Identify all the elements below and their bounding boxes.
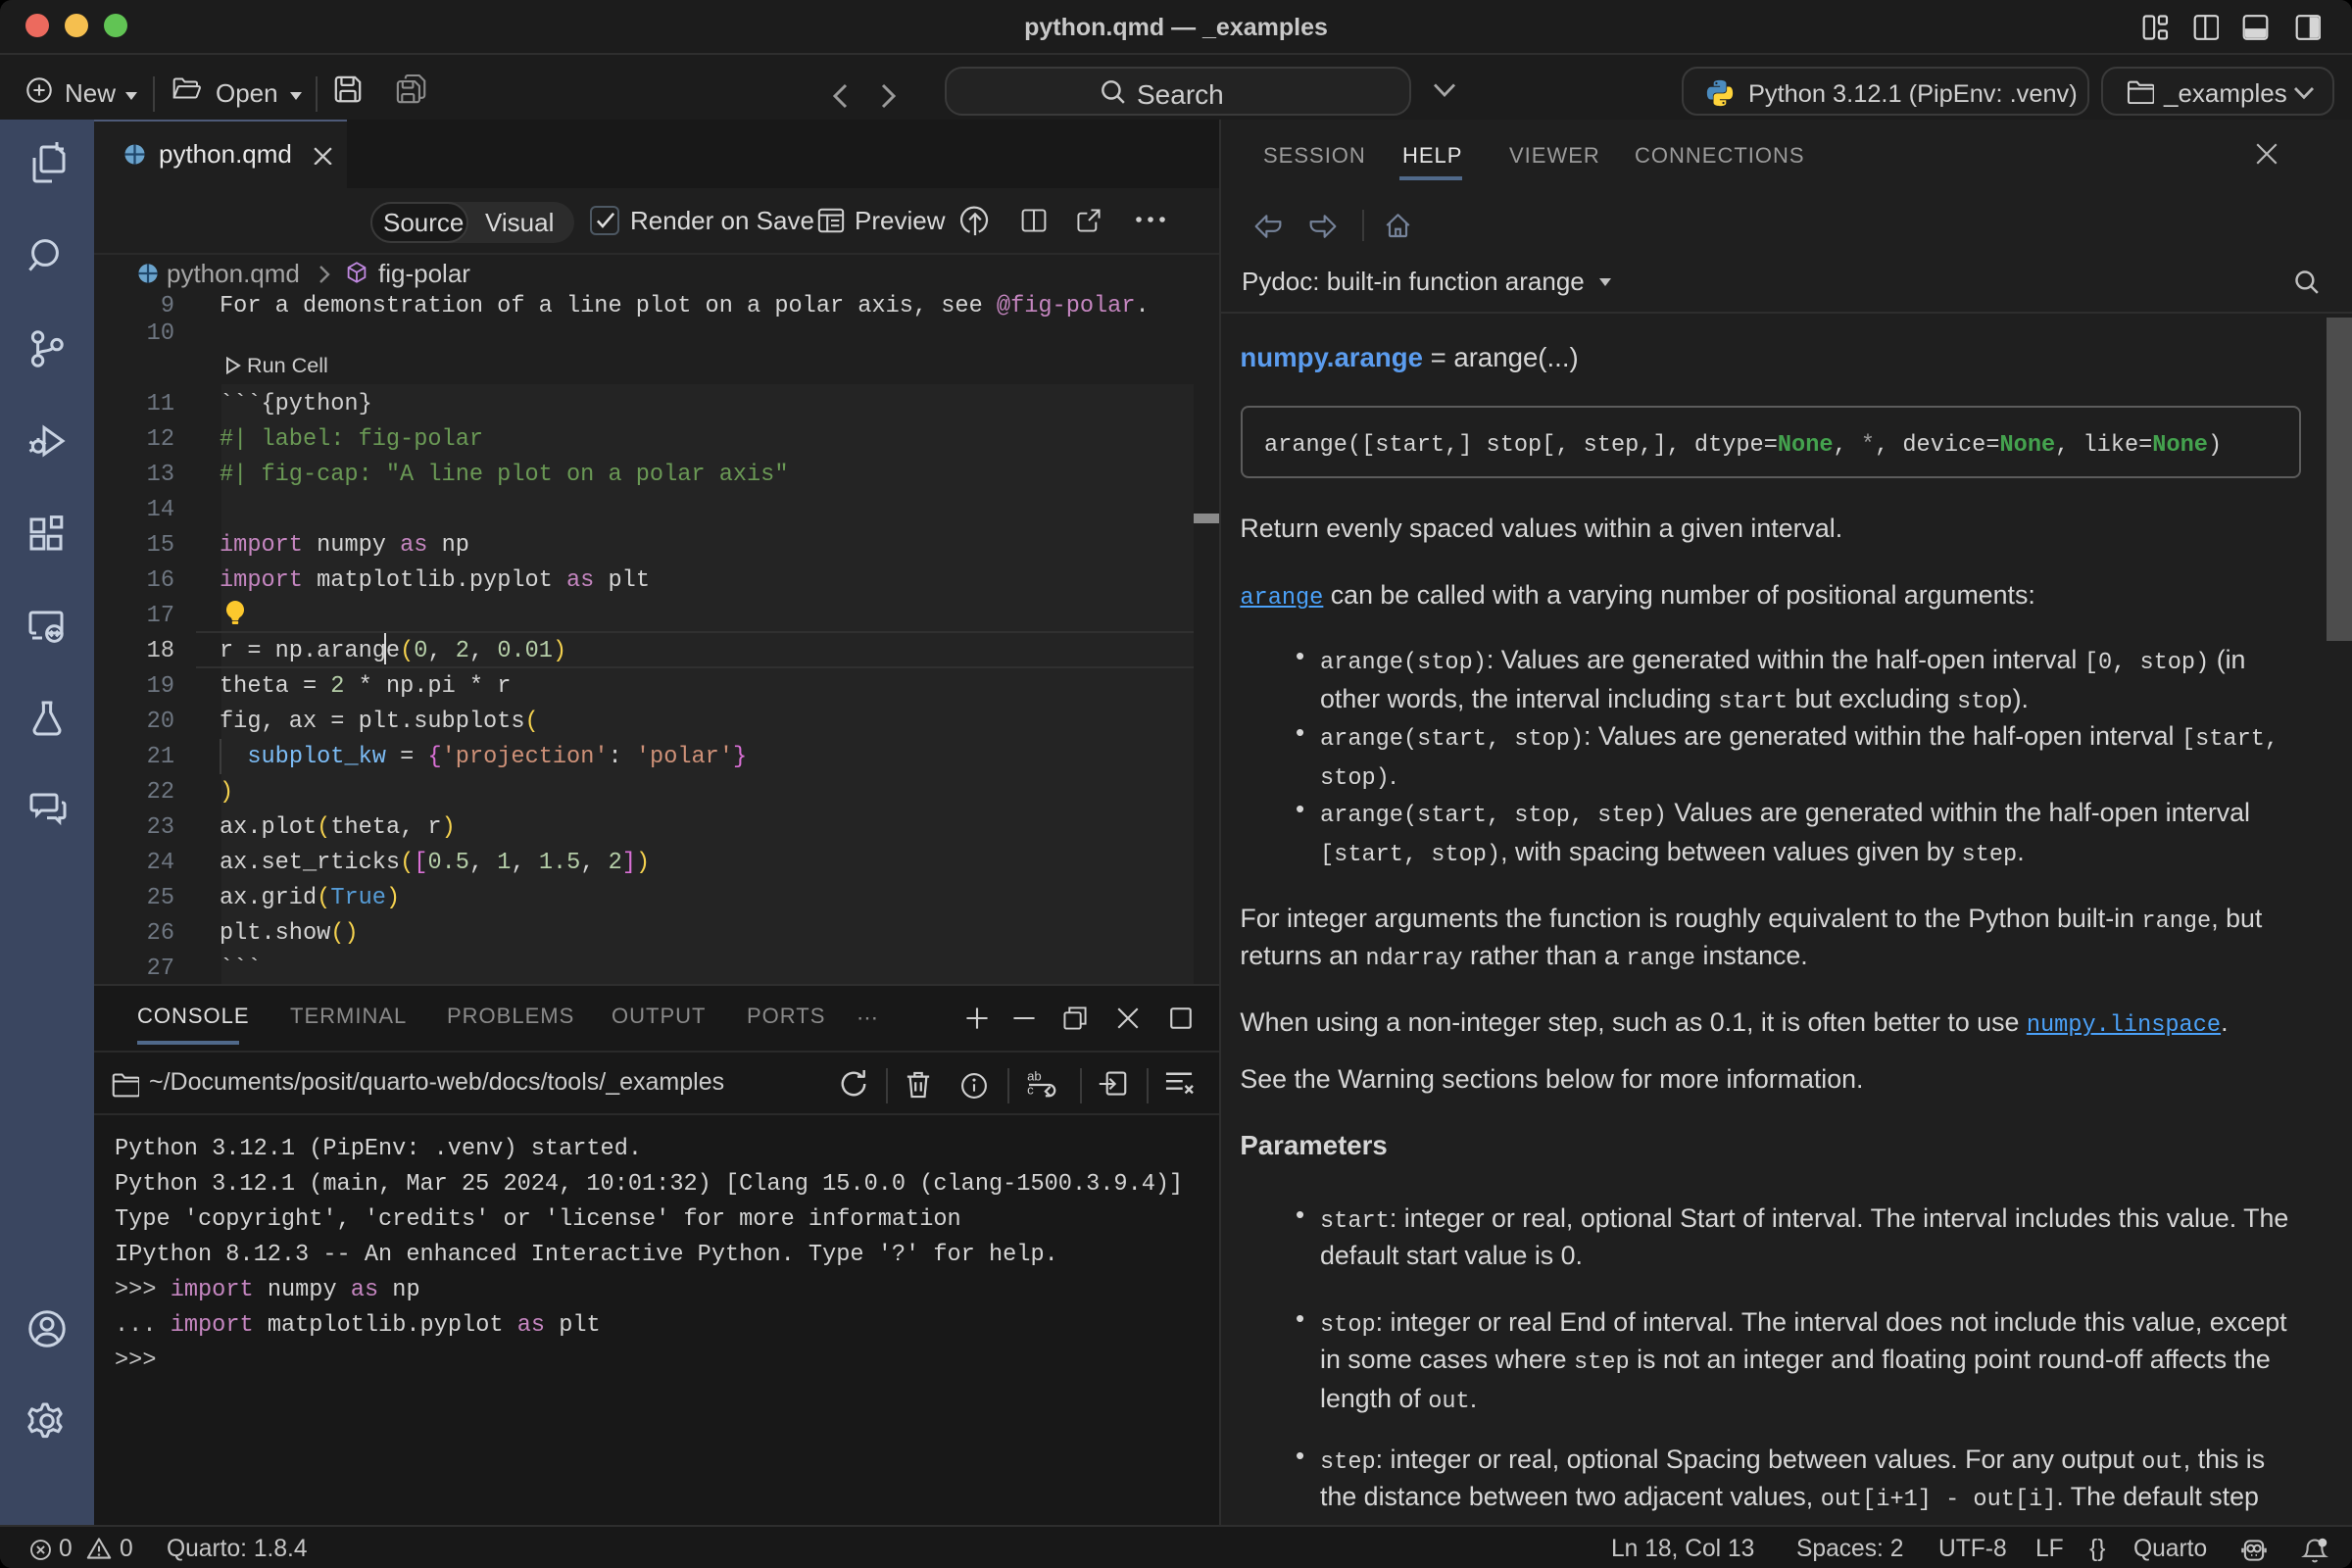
svg-text:c: c <box>1027 1082 1034 1097</box>
svg-text:ab: ab <box>1027 1070 1042 1083</box>
